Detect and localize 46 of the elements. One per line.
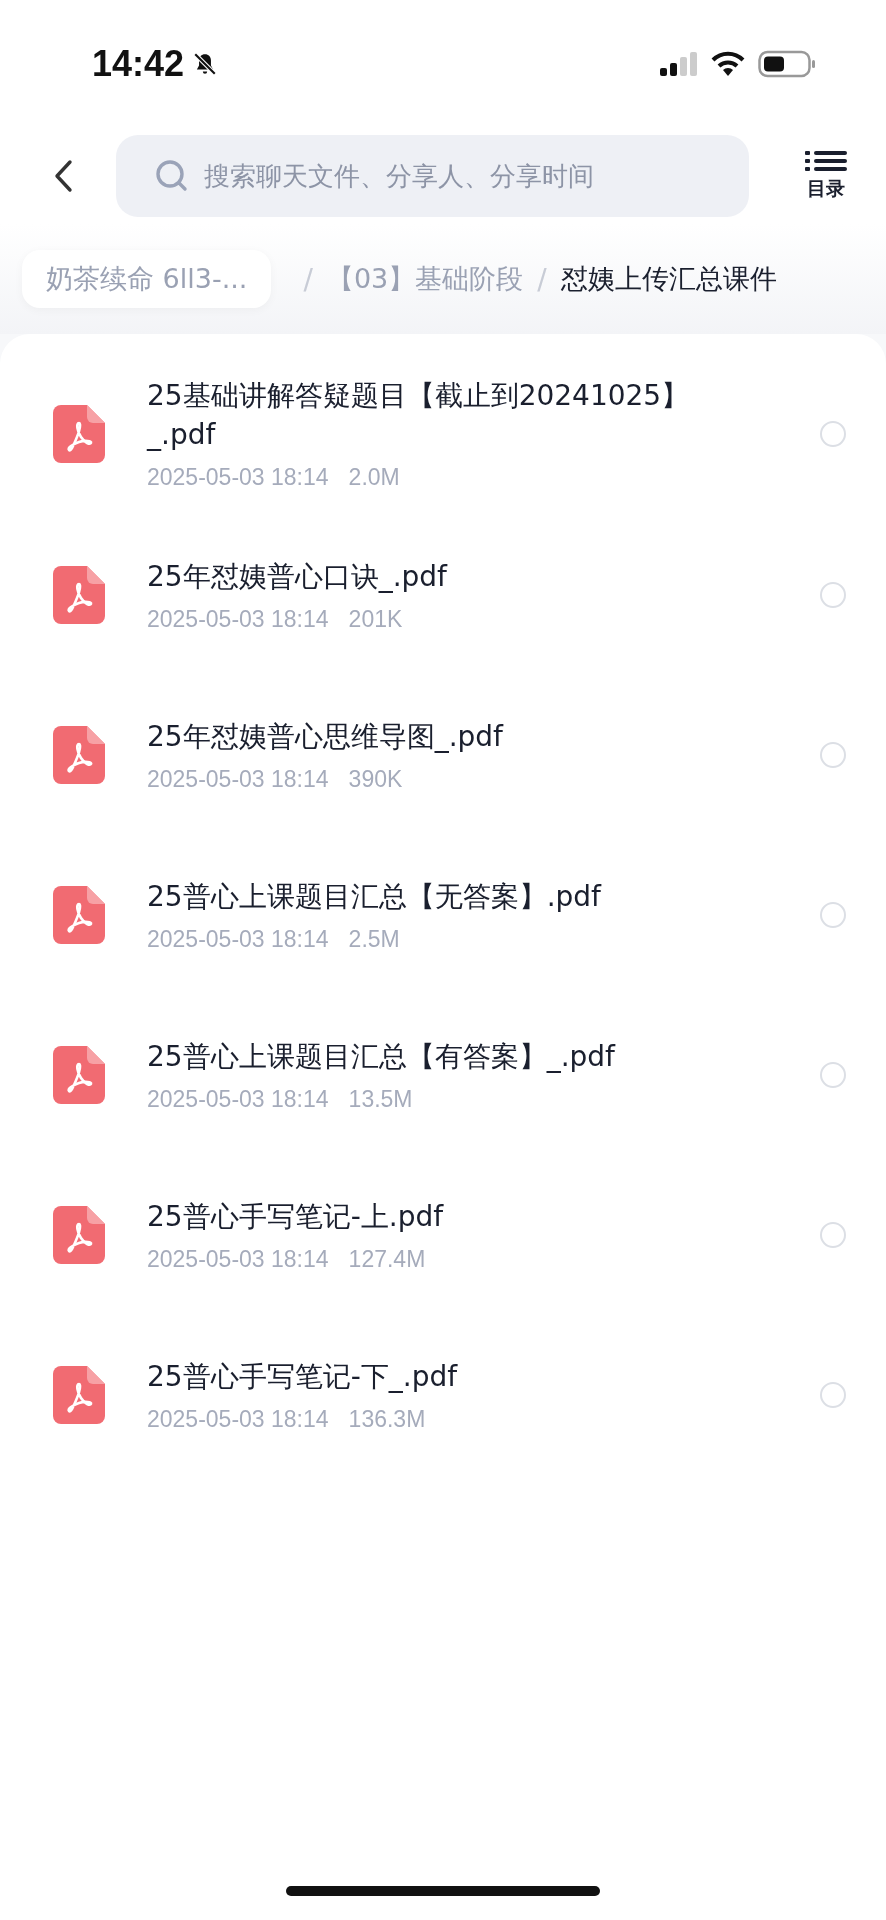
- select-radio[interactable]: [820, 1222, 846, 1248]
- file-date: 2025-05-03 18:14: [147, 606, 329, 633]
- file-date: 2025-05-03 18:14: [147, 1086, 329, 1113]
- search-icon: [154, 158, 190, 194]
- select-radio[interactable]: [820, 902, 846, 928]
- wifi-icon: [710, 50, 746, 78]
- file-name[interactable]: 25普心上课题目汇总【有答案】_.pdf: [147, 1037, 747, 1076]
- file-date: 2025-05-03 18:14: [147, 926, 329, 953]
- file-name[interactable]: 25普心手写笔记-下_.pdf: [147, 1357, 747, 1396]
- select-radio[interactable]: [820, 1062, 846, 1088]
- select-radio[interactable]: [820, 420, 846, 447]
- select-radio[interactable]: [820, 1382, 846, 1408]
- select-radio[interactable]: [820, 742, 846, 768]
- file-date: 2025-05-03 18:14: [147, 1246, 329, 1273]
- file-size: 127.4M: [348, 1246, 426, 1273]
- pdf-file-icon: [53, 1046, 105, 1104]
- breadcrumb-separator: /: [537, 262, 547, 296]
- breadcrumb-separator: /: [303, 262, 313, 296]
- file-size: 2.0M: [348, 464, 400, 491]
- pdf-file-icon: [53, 1366, 105, 1424]
- breadcrumb-current: 怼姨上传汇总课件: [560, 262, 777, 296]
- file-size: 13.5M: [348, 1086, 413, 1113]
- search-field[interactable]: 搜索聊天文件、分享人、分享时间: [116, 135, 749, 217]
- pdf-file-icon: [53, 886, 105, 944]
- file-size: 201K: [348, 606, 403, 633]
- select-radio[interactable]: [820, 582, 846, 608]
- battery-icon: [758, 50, 816, 78]
- signal-icon: [658, 51, 698, 77]
- pdf-file-icon: [53, 1206, 105, 1264]
- file-date: 2025-05-03 18:14: [147, 1406, 329, 1433]
- pdf-file-icon: [53, 726, 105, 784]
- file-name[interactable]: 25年怼姨普心口诀_.pdf: [147, 557, 747, 596]
- file-size: 136.3M: [348, 1406, 426, 1433]
- pdf-file-icon: [53, 404, 105, 463]
- status-time: 14:42: [92, 43, 185, 85]
- catalog-button[interactable]: 目录: [805, 150, 847, 202]
- file-name[interactable]: 25基础讲解答疑题目【截止到20241025】_.pdf: [147, 376, 747, 454]
- file-size: 390K: [348, 766, 403, 793]
- file-name[interactable]: 25普心手写笔记-上.pdf: [147, 1197, 747, 1236]
- list-icon: [805, 150, 847, 172]
- pdf-file-icon: [53, 566, 105, 624]
- file-date: 2025-05-03 18:14: [147, 464, 329, 491]
- file-date: 2025-05-03 18:14: [147, 766, 329, 793]
- file-name[interactable]: 25年怼姨普心思维导图_.pdf: [147, 717, 747, 756]
- file-name[interactable]: 25普心上课题目汇总【无答案】.pdf: [147, 877, 747, 916]
- file-size: 2.5M: [348, 926, 400, 953]
